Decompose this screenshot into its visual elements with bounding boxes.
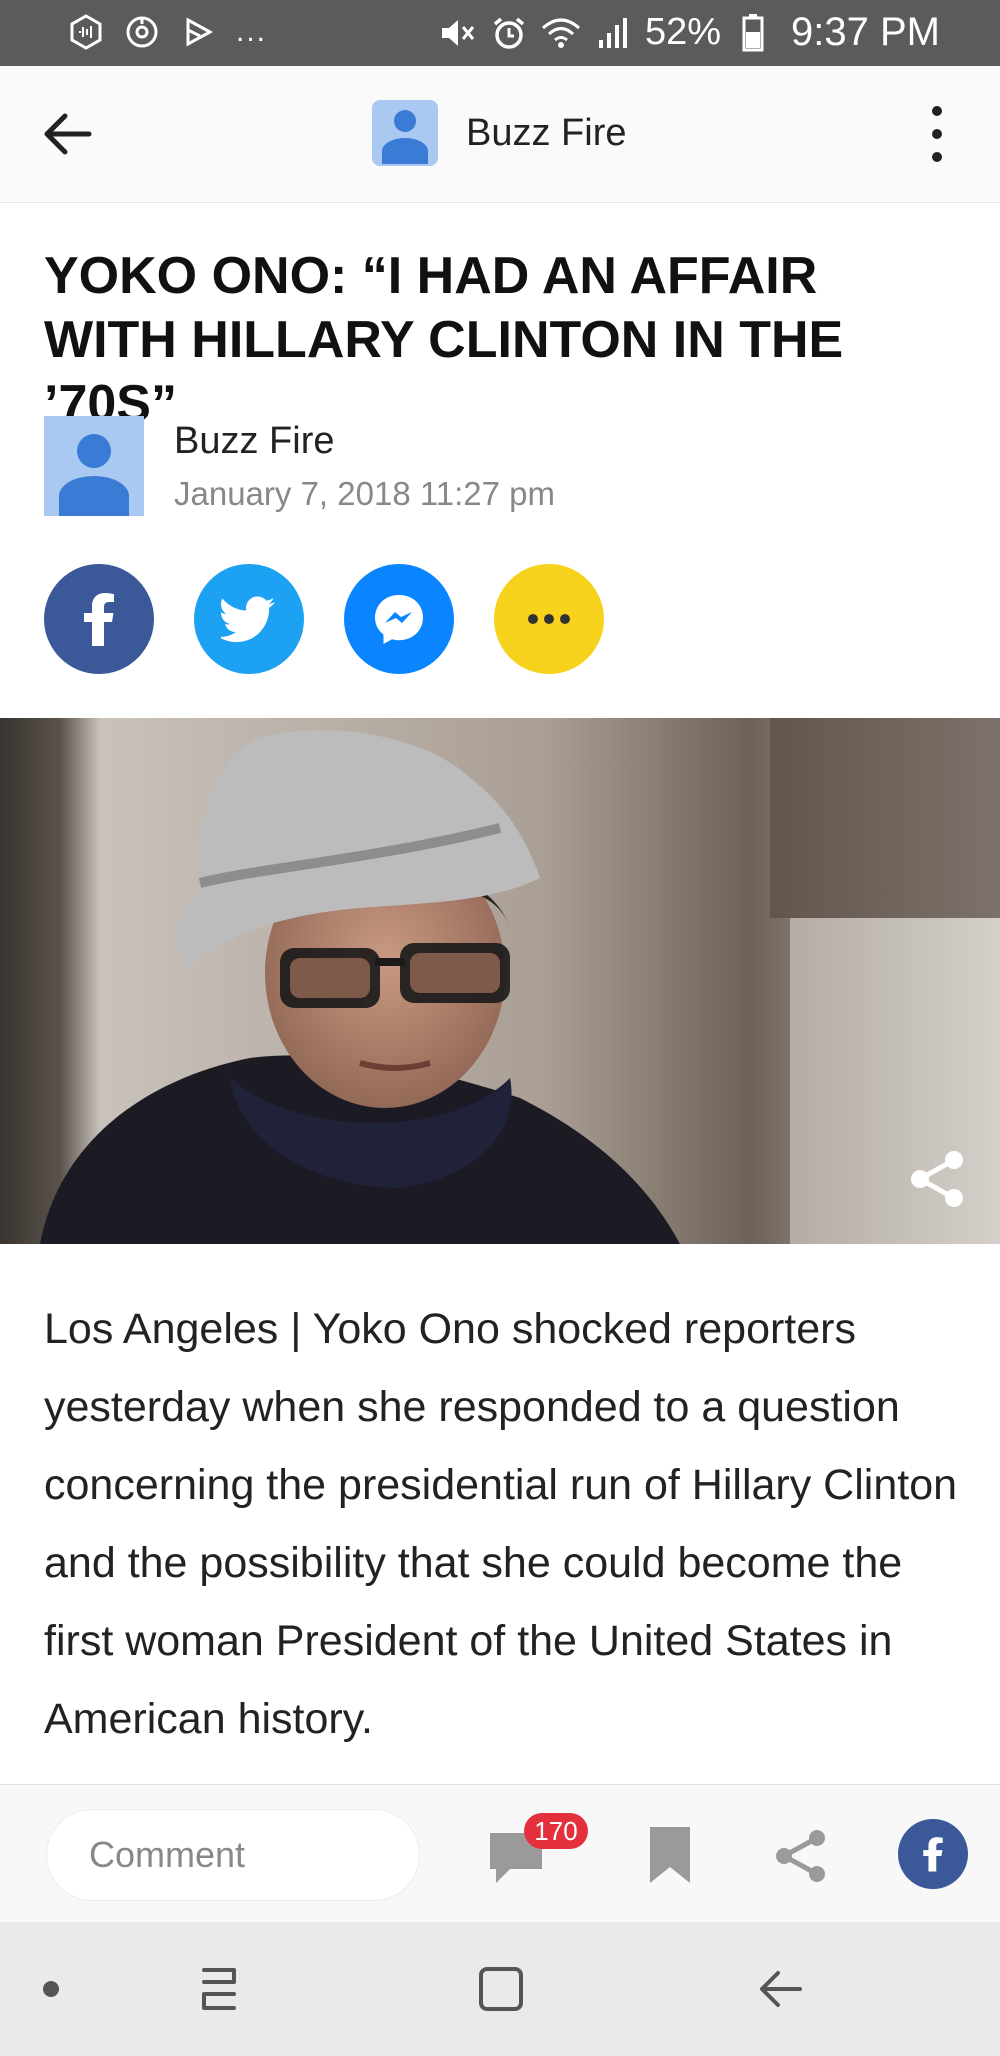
status-overflow: ... xyxy=(236,15,268,48)
photo-share-icon[interactable] xyxy=(908,1150,966,1208)
more-share-button[interactable] xyxy=(494,564,604,674)
article-body: Los Angeles | Yoko Ono shocked reporters… xyxy=(44,1305,958,1743)
status-right-icons: 52% 9:37 PM xyxy=(437,10,940,55)
comment-count-badge: 170 xyxy=(524,1813,588,1849)
status-bar: ... 52% 9:37 PM xyxy=(0,0,1000,66)
play-icon xyxy=(178,12,218,52)
byline: Buzz Fire January 7, 2018 11:27 pm xyxy=(44,416,555,516)
publisher-avatar xyxy=(372,100,438,166)
battery-percent: 52% xyxy=(644,11,722,53)
navigation-bar xyxy=(0,1922,1000,2056)
comment-input[interactable]: Comment xyxy=(46,1809,420,1901)
nav-dot-icon[interactable] xyxy=(16,1956,86,2022)
author-name[interactable]: Buzz Fire xyxy=(174,420,555,463)
share-row xyxy=(44,564,604,674)
signal-icon xyxy=(593,13,633,53)
action-bar: Comment 170 xyxy=(0,1784,1000,1923)
facebook-icon xyxy=(923,1837,943,1872)
app-bar: Buzz Fire xyxy=(0,66,1000,203)
facebook-button[interactable] xyxy=(898,1819,968,1889)
more-vertical-icon[interactable] xyxy=(922,106,952,162)
article-image xyxy=(0,718,1000,1244)
wifi-icon xyxy=(541,13,581,53)
alarm-icon xyxy=(489,13,529,53)
app-title: Buzz Fire xyxy=(466,111,627,154)
bookmark-icon xyxy=(650,1827,690,1883)
post-date: January 7, 2018 11:27 pm xyxy=(174,475,555,512)
timer-icon xyxy=(122,12,162,52)
share-button[interactable] xyxy=(772,1827,830,1885)
facebook-icon xyxy=(84,593,114,646)
messenger-icon xyxy=(375,595,423,644)
twitter-icon xyxy=(221,596,275,642)
status-left-icons: ... xyxy=(66,12,267,52)
bookmark-button[interactable] xyxy=(646,1825,698,1889)
battery-icon xyxy=(733,13,773,53)
twitter-share-button[interactable] xyxy=(194,564,304,674)
article-photo[interactable] xyxy=(0,718,1000,1244)
app-notification-icon xyxy=(66,12,106,52)
status-time: 9:37 PM xyxy=(791,10,940,54)
recent-apps-icon[interactable] xyxy=(184,1956,254,2022)
messenger-share-button[interactable] xyxy=(344,564,454,674)
home-icon[interactable] xyxy=(466,1956,536,2022)
app-brand[interactable]: Buzz Fire xyxy=(372,100,626,166)
mute-icon xyxy=(437,13,477,53)
more-horizontal-icon xyxy=(528,614,570,624)
back-button[interactable] xyxy=(36,106,100,162)
author-avatar[interactable] xyxy=(44,416,144,516)
arrow-left-icon xyxy=(44,113,92,155)
share-icon xyxy=(776,1830,825,1882)
byline-text: Buzz Fire January 7, 2018 11:27 pm xyxy=(174,416,555,513)
back-nav-icon[interactable] xyxy=(746,1956,816,2022)
article-headline: YOKO ONO: “I HAD AN AFFAIR WITH HILLARY … xyxy=(44,247,844,433)
facebook-share-button[interactable] xyxy=(44,564,154,674)
